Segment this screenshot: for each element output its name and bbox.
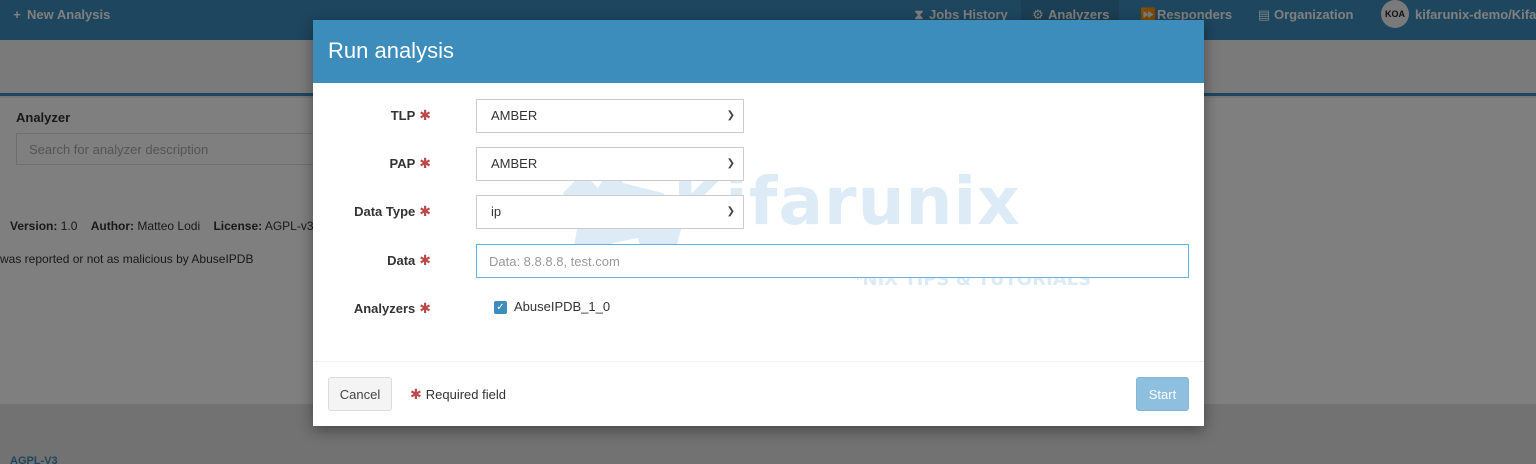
required-icon: ✱ bbox=[419, 155, 431, 171]
analyzers-label: Analyzers ✱ bbox=[353, 300, 431, 316]
tlp-row: TLP ✱ AMBER ❯ bbox=[313, 99, 1204, 133]
start-button[interactable]: Start bbox=[1136, 377, 1189, 411]
chevron-down-icon: ❯ bbox=[726, 110, 735, 121]
tlp-select[interactable]: AMBER ❯ bbox=[476, 99, 744, 133]
pap-row: PAP ✱ AMBER ❯ bbox=[313, 147, 1204, 181]
required-icon: ✱ bbox=[419, 300, 431, 316]
modal-body: Kifarunix *NIX TIPS & TUTORIALS TLP ✱ AMB… bbox=[313, 83, 1204, 362]
modal-footer: Cancel ✱ Required field Start bbox=[313, 362, 1204, 426]
required-icon: ✱ bbox=[410, 386, 422, 402]
datatype-row: Data Type ✱ ip ❯ bbox=[313, 195, 1204, 229]
abuseipdb-label[interactable]: AbuseIPDB_1_0 bbox=[514, 299, 610, 314]
required-field-note: ✱ Required field bbox=[410, 386, 506, 402]
datatype-select[interactable]: ip ❯ bbox=[476, 195, 744, 229]
data-input[interactable] bbox=[476, 244, 1189, 278]
modal-title: Run analysis bbox=[328, 38, 454, 63]
cancel-button[interactable]: Cancel bbox=[328, 377, 392, 411]
chevron-down-icon: ❯ bbox=[726, 158, 735, 169]
datatype-label: Data Type ✱ bbox=[354, 203, 431, 219]
pap-label: PAP ✱ bbox=[389, 155, 432, 171]
abuseipdb-checkbox[interactable]: ✓ bbox=[494, 301, 507, 314]
required-icon: ✱ bbox=[419, 203, 431, 219]
run-analysis-modal: Run analysis Kifarunix *NIX TIPS & TUTOR… bbox=[313, 20, 1204, 426]
data-label: Data ✱ bbox=[387, 252, 431, 268]
modal-header: Run analysis bbox=[313, 20, 1204, 83]
tlp-label: TLP ✱ bbox=[390, 107, 431, 123]
required-icon: ✱ bbox=[419, 107, 431, 123]
required-icon: ✱ bbox=[419, 252, 431, 268]
pap-select[interactable]: AMBER ❯ bbox=[476, 147, 744, 181]
chevron-down-icon: ❯ bbox=[726, 206, 735, 217]
analyzers-row: Analyzers ✱ ✓ AbuseIPDB_1_0 bbox=[313, 295, 1204, 319]
data-row: Data ✱ bbox=[313, 244, 1204, 278]
